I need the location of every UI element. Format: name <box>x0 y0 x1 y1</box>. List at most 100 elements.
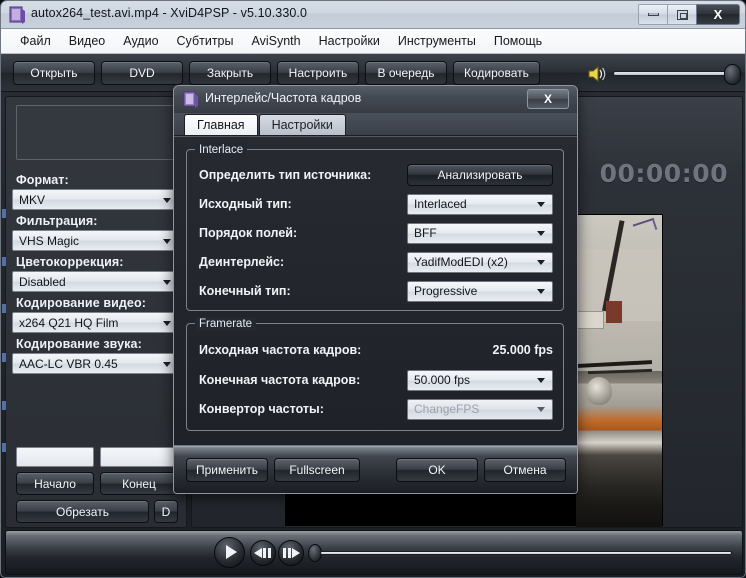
chevron-down-icon <box>537 231 545 236</box>
framerate-converter-value: ChangeFPS <box>414 402 479 416</box>
chevron-down-icon <box>537 407 545 412</box>
field-order-combo[interactable]: BFF <box>407 223 553 244</box>
video-block <box>576 311 604 329</box>
set-start-button[interactable]: Начало <box>16 472 94 495</box>
open-button[interactable]: Открыть <box>13 61 95 85</box>
dialog-tabs: Главная Настройки <box>174 113 577 136</box>
trim-start-input[interactable] <box>16 447 94 467</box>
cancel-button[interactable]: Отмена <box>484 458 566 482</box>
chevron-down-icon <box>163 280 171 285</box>
close-file-button[interactable]: Закрыть <box>189 61 271 85</box>
interlace-framerate-dialog: Интерлейс/Частота кадров X Главная Настр… <box>173 85 578 494</box>
chevron-down-icon <box>163 362 171 367</box>
output-framerate-label: Конечная частота кадров: <box>199 373 360 387</box>
analyze-button[interactable]: Анализировать <box>407 164 553 186</box>
dvd-button[interactable]: DVD <box>101 61 183 85</box>
menu-item-video[interactable]: Видео <box>60 31 115 51</box>
maximize-button[interactable] <box>667 4 697 25</box>
chevron-down-icon <box>163 239 171 244</box>
menu-item-avisynth[interactable]: AviSynth <box>242 31 309 51</box>
crop-button[interactable]: Обрезать <box>16 500 149 523</box>
thumbnail-preview-box <box>16 105 178 160</box>
filtering-combo[interactable]: VHS Magic <box>12 230 179 251</box>
close-icon: X <box>544 92 552 106</box>
color-correction-combo[interactable]: Disabled <box>12 271 179 292</box>
volume-slider-knob[interactable] <box>724 64 741 85</box>
format-value: MKV <box>19 193 45 207</box>
field-order-value: BFF <box>414 226 437 240</box>
app-icon <box>9 6 26 24</box>
detect-source-type-label: Определить тип источника: <box>199 168 371 182</box>
cut-row: Обрезать D <box>16 500 178 523</box>
row-detect-source-type: Определить тип источника: Анализировать <box>199 164 559 186</box>
source-type-combo[interactable]: Interlaced <box>407 194 553 215</box>
dialog-title-bar: Интерлейс/Частота кадров X <box>174 86 577 113</box>
menu-item-audio[interactable]: Аудио <box>114 31 167 51</box>
encode-button[interactable]: Кодировать <box>453 61 540 85</box>
minimize-button[interactable] <box>638 4 668 25</box>
row-deinterlace: Деинтерлейс: YadifModEDI (x2) <box>199 251 559 273</box>
filtering-value: VHS Magic <box>19 234 79 248</box>
dialog-footer: Применить Fullscreen OK Отмена <box>174 445 577 493</box>
timecode-display: 00:00:00 <box>600 159 728 188</box>
menu-item-file[interactable]: Файл <box>11 31 60 51</box>
speaker-icon[interactable] <box>587 65 607 83</box>
close-button[interactable]: X <box>696 4 740 25</box>
play-button[interactable] <box>214 537 245 568</box>
framerate-converter-label: Конвертор частоты: <box>199 402 324 416</box>
maximize-icon <box>677 10 688 20</box>
set-end-button[interactable]: Конец <box>100 472 178 495</box>
accent-marker <box>2 304 6 313</box>
minimize-icon <box>648 13 659 16</box>
add-to-queue-button[interactable]: В очередь <box>365 61 447 85</box>
previous-frame-button[interactable] <box>250 540 276 566</box>
fullscreen-button[interactable]: Fullscreen <box>274 458 360 482</box>
video-encoding-combo[interactable]: x264 Q21 HQ Film <box>12 312 179 333</box>
volume-control[interactable] <box>587 62 739 85</box>
output-framerate-combo[interactable]: 50.000 fps <box>407 370 553 391</box>
application-window: autox264_test.avi.mp4 - XviD4PSP - v5.10… <box>0 0 746 578</box>
title-bar: autox264_test.avi.mp4 - XviD4PSP - v5.10… <box>1 1 746 29</box>
deinterlace-value: YadifModEDI (x2) <box>414 255 508 269</box>
source-framerate-label: Исходная частота кадров: <box>199 343 361 357</box>
format-combo[interactable]: MKV <box>12 189 179 210</box>
trim-end-input[interactable] <box>100 447 178 467</box>
accent-marker <box>2 257 6 266</box>
tab-settings[interactable]: Настройки <box>259 114 346 135</box>
row-output-type: Конечный тип: Progressive <box>199 280 559 302</box>
trim-buttons-row: Начало Конец <box>16 472 178 495</box>
video-crane-base <box>606 301 622 323</box>
menu-item-subtitles[interactable]: Субтитры <box>168 31 243 51</box>
dialog-icon <box>183 91 199 108</box>
video-encoding-label: Кодирование видео: <box>16 296 182 310</box>
interlace-groupbox: Interlace Определить тип источника: Анал… <box>186 149 564 311</box>
menu-item-tools[interactable]: Инструменты <box>389 31 485 51</box>
color-correction-label: Цветокоррекция: <box>16 255 182 269</box>
menu-item-settings[interactable]: Настройки <box>310 31 389 51</box>
window-title: autox264_test.avi.mp4 - XviD4PSP - v5.10… <box>31 6 307 20</box>
accent-marker <box>2 401 6 410</box>
play-icon <box>226 545 237 559</box>
previous-frame-icon <box>254 548 262 558</box>
apply-button[interactable]: Применить <box>186 458 268 482</box>
accent-marker <box>2 353 6 362</box>
menu-item-help[interactable]: Помощь <box>485 31 551 51</box>
row-framerate-converter: Конвертор частоты: ChangeFPS <box>199 398 559 420</box>
dialog-close-button[interactable]: X <box>527 89 569 109</box>
framerate-converter-combo[interactable]: ChangeFPS <box>407 399 553 420</box>
field-order-label: Порядок полей: <box>199 226 297 240</box>
color-correction-value: Disabled <box>19 275 66 289</box>
deinterlace-combo[interactable]: YadifModEDI (x2) <box>407 252 553 273</box>
tab-main[interactable]: Главная <box>184 114 258 135</box>
ok-button[interactable]: OK <box>396 458 478 482</box>
configure-button[interactable]: Настроить <box>277 61 359 85</box>
delete-segment-button[interactable]: D <box>154 500 178 523</box>
video-beam <box>578 360 652 368</box>
output-type-combo[interactable]: Progressive <box>407 281 553 302</box>
volume-slider-track[interactable] <box>613 71 735 76</box>
audio-encoding-combo[interactable]: AAC-LC VBR 0.45 <box>12 353 179 374</box>
video-image <box>576 215 662 527</box>
seek-slider-track[interactable] <box>320 551 732 555</box>
accent-marker <box>2 209 6 218</box>
next-frame-button[interactable] <box>278 540 304 566</box>
